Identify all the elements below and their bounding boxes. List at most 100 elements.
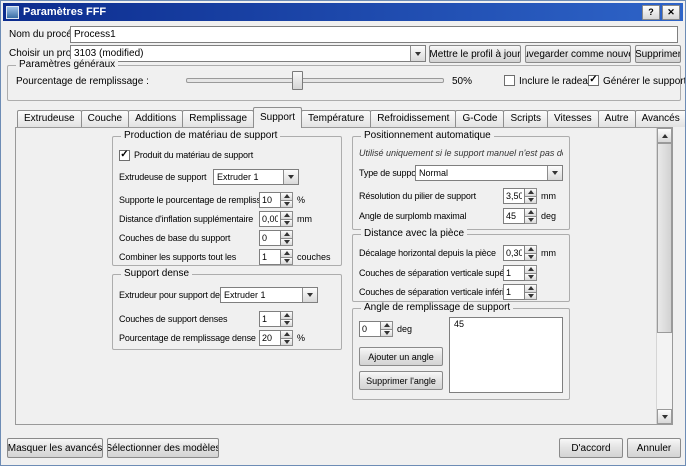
scroll-down-button[interactable] [657,409,672,424]
hide-advanced-button[interactable]: Masquer les avancés [7,438,103,458]
scroll-up-button[interactable] [657,128,672,143]
spin-up-button[interactable] [525,245,537,254]
max-overhang-input[interactable] [503,208,525,224]
delete-profile-button[interactable]: Supprimer [635,45,681,63]
spin-up-button[interactable] [381,321,393,330]
profile-combobox-arrow-button[interactable] [410,46,425,61]
max-overhang-spinner[interactable] [503,208,537,224]
horizontal-offset-spinner[interactable] [503,245,537,261]
spin-up-button[interactable] [525,188,537,197]
lower-separation-spinner[interactable] [503,284,537,300]
dense-extruder-combobox[interactable]: Extruder 1 [220,287,318,303]
save-as-new-button[interactable]: Sauvegarder comme nouveau [525,45,631,63]
combine-supports-input[interactable] [259,249,281,265]
tab-couche[interactable]: Couche [81,110,129,127]
title-bar[interactable]: Paramètres FFF ? ✕ [3,3,683,21]
dense-layers-spinner[interactable] [259,311,293,327]
generate-support-checkbox[interactable]: ✓ [588,75,599,86]
support-base-layers-input[interactable] [259,230,281,246]
spin-down-button[interactable] [381,330,393,338]
support-infill-input[interactable] [259,192,281,208]
upper-separation-spinner[interactable] [503,265,537,281]
spin-up-button[interactable] [281,211,293,220]
spin-up-button[interactable] [281,311,293,320]
support-type-combobox[interactable]: Normal [415,165,563,181]
inflation-distance-row: Distance d'inflation supplémentaire mm [119,211,335,227]
dense-infill-spinner[interactable] [259,330,293,346]
spin-down-button[interactable] [281,220,293,228]
tab-autre[interactable]: Autre [598,110,636,127]
inflation-distance-unit: mm [297,214,312,224]
infill-percentage-value: 50% [452,76,472,87]
spin-down-button[interactable] [281,258,293,266]
cancel-button[interactable]: Annuler [627,438,681,458]
chevron-down-icon [415,52,421,56]
spin-down-button[interactable] [525,197,537,205]
help-button[interactable]: ? [642,5,660,20]
angles-listbox[interactable]: 45 [449,317,563,393]
up-arrow-icon [284,332,290,336]
spin-up-button[interactable] [525,265,537,274]
spin-down-button[interactable] [525,254,537,262]
spin-down-button[interactable] [281,239,293,247]
tab-temperature[interactable]: Température [301,110,371,127]
lower-separation-input[interactable] [503,284,525,300]
tab-support[interactable]: Support [253,107,302,128]
vertical-scrollbar[interactable] [656,128,672,424]
spin-up-button[interactable] [281,330,293,339]
combine-supports-row: Combiner les supports tout les couches [119,249,335,265]
spin-up-button[interactable] [281,192,293,201]
tab-remplissage[interactable]: Remplissage [182,110,254,127]
angle-input[interactable] [359,321,381,337]
upper-separation-input[interactable] [503,265,525,281]
tab-vitesses[interactable]: Vitesses [547,110,599,127]
combine-supports-spinner[interactable] [259,249,293,265]
spin-down-button[interactable] [281,201,293,209]
tab-refroidissement[interactable]: Refroidissement [370,110,456,127]
tab-scripts[interactable]: Scripts [503,110,548,127]
select-models-button[interactable]: Sélectionner des modèles [107,438,219,458]
spin-up-button[interactable] [525,284,537,293]
support-extruder-arrow-button[interactable] [283,170,298,184]
angle-spinner[interactable] [359,321,393,337]
spin-up-button[interactable] [525,208,537,217]
close-button[interactable]: ✕ [662,5,680,20]
update-profile-button[interactable]: Mettre le profil à jour [429,45,521,63]
spin-down-button[interactable] [525,274,537,282]
spin-up-button[interactable] [281,230,293,239]
add-angle-button[interactable]: Ajouter un angle [359,347,443,366]
remove-angle-button[interactable]: Supprimer l'angle [359,371,443,390]
dense-infill-input[interactable] [259,330,281,346]
slider-track[interactable] [186,78,444,83]
spin-up-button[interactable] [281,249,293,258]
support-base-layers-spinner[interactable] [259,230,293,246]
angle-list-item[interactable]: 45 [450,318,562,330]
horizontal-offset-input[interactable] [503,245,525,261]
support-extruder-combobox[interactable]: Extruder 1 [213,169,299,185]
support-type-arrow-button[interactable] [547,166,562,180]
dense-extruder-arrow-button[interactable] [302,288,317,302]
ok-button[interactable]: D'accord [559,438,623,458]
process-name-input[interactable] [70,26,678,43]
tab-extrudeuse[interactable]: Extrudeuse [17,110,82,127]
profile-combobox[interactable]: 3103 (modified) [70,45,426,62]
slider-thumb[interactable] [292,71,303,90]
spin-down-button[interactable] [281,339,293,347]
pillar-resolution-input[interactable] [503,188,525,204]
infill-percentage-slider[interactable] [186,71,444,88]
pillar-resolution-spinner[interactable] [503,188,537,204]
inflation-distance-spinner[interactable] [259,211,293,227]
spin-down-button[interactable] [525,217,537,225]
spin-down-button[interactable] [281,320,293,328]
tab-additions[interactable]: Additions [128,110,183,127]
upper-separation-row: Couches de séparation verticale supérieu… [359,265,563,281]
dense-layers-input[interactable] [259,311,281,327]
tab-avances[interactable]: Avancés [635,110,686,127]
inflation-distance-input[interactable] [259,211,281,227]
spin-down-button[interactable] [525,293,537,301]
include-raft-checkbox[interactable] [504,75,515,86]
vertical-scrollbar-thumb[interactable] [657,143,672,333]
generate-support-material-checkbox[interactable]: ✓ [119,150,130,161]
support-infill-spinner[interactable] [259,192,293,208]
tab-gcode[interactable]: G-Code [455,110,504,127]
